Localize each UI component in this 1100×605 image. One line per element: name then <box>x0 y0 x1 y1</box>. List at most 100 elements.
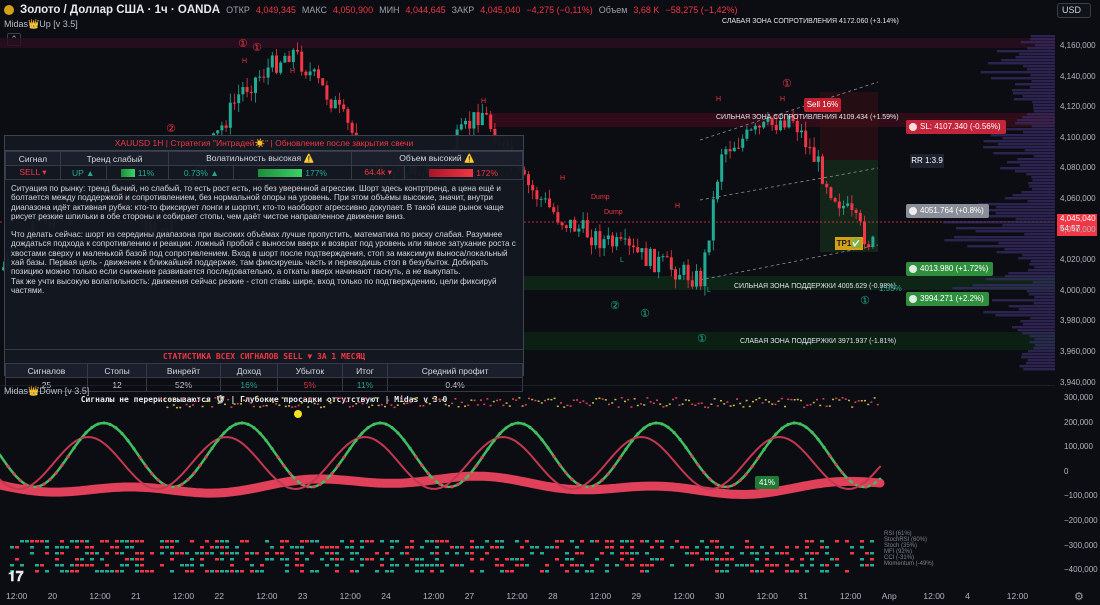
osc-dot-strip <box>771 403 774 405</box>
osc-heat-cell <box>765 558 769 561</box>
osc-point <box>474 464 478 468</box>
time-tick: 20 <box>47 591 58 601</box>
volume-profile-bar <box>996 206 1055 209</box>
volatility-value: 0.73% ▲ <box>168 165 235 180</box>
sell-signal-label: Sell 16% <box>804 98 841 112</box>
signal-table: Сигнал Тренд слабый Волатильность высока… <box>5 151 524 180</box>
osc-scale-tick: −200,000 <box>1064 516 1098 525</box>
currency-select[interactable]: USD <box>1057 3 1091 18</box>
osc-heat-cell <box>280 552 284 555</box>
osc-heat-cell <box>470 540 474 543</box>
volume-profile-bar <box>977 203 1055 206</box>
volume-profile-bar <box>1030 38 1055 41</box>
volume-profile-bar <box>1034 44 1055 47</box>
osc-heat-cell <box>25 540 29 543</box>
osc-heat-cell <box>545 546 549 549</box>
osc-heat-cell <box>765 552 769 555</box>
indicator-up-label[interactable]: Midas👑Up [v 3.5] <box>4 19 78 30</box>
osc-dot-strip <box>243 399 246 402</box>
osc-point <box>294 478 298 482</box>
osc-point <box>234 422 238 426</box>
osc-heat-cell <box>350 546 354 549</box>
time-axis[interactable]: 12:00 20 12:00 21 12:00 22 12:00 23 12:00 24 12:00… <box>0 589 1100 605</box>
osc-point <box>324 478 328 482</box>
candle-body <box>808 147 812 149</box>
volume-profile-bar <box>1011 326 1055 329</box>
osc-heat-cell <box>285 540 289 543</box>
osc-dot-strip <box>793 399 796 401</box>
osc-point <box>36 485 40 489</box>
candle-body <box>464 120 467 125</box>
volume-profile-bar <box>1017 329 1055 332</box>
osc-point <box>384 422 388 426</box>
candle-body <box>812 147 816 162</box>
osc-dot-strip <box>323 406 326 408</box>
osc-heat-cell <box>140 564 144 567</box>
low-marker: L <box>620 257 624 264</box>
candle-body <box>590 237 593 246</box>
osc-heat-cell <box>325 564 329 567</box>
osc-dot-strip <box>726 401 729 403</box>
stats-header-total: Итог <box>341 363 389 378</box>
osc-heat-cell <box>745 540 749 543</box>
osc-heat-cell <box>650 546 654 549</box>
osc-heat-cell <box>75 546 79 549</box>
osc-heat-cell <box>415 558 419 561</box>
osc-dot-strip <box>204 400 207 403</box>
candle-body <box>837 201 841 209</box>
osc-heat-cell <box>820 540 824 543</box>
osc-heat-cell <box>215 546 219 549</box>
osc-heat-cell <box>680 546 684 549</box>
osc-heat-cell <box>705 546 709 549</box>
osc-dot-strip <box>416 397 418 399</box>
take-profit-2-tag[interactable]: 3994.271 (+2.2%) <box>906 292 989 306</box>
volume-profile-bar <box>1034 338 1055 341</box>
volume-profile-bar <box>1002 137 1055 140</box>
osc-heat-cell <box>270 558 274 561</box>
osc-dot-strip <box>649 401 652 403</box>
tradingview-logo[interactable]: 𝟏𝟕 <box>8 568 24 585</box>
take-profit-1-tag[interactable]: 4013.980 (+1.72%) <box>906 262 994 276</box>
osc-heat-cell <box>555 558 559 561</box>
osc-point <box>66 455 70 459</box>
volume-profile-bar <box>977 215 1055 218</box>
osc-heat-cell <box>105 570 109 573</box>
osc-heat-cell <box>430 540 434 543</box>
candle-body <box>249 91 253 93</box>
osc-heat-cell <box>870 540 874 543</box>
dump-label-1: Dump <box>591 194 610 201</box>
osc-dot-strip <box>252 405 255 408</box>
gear-icon[interactable]: ⚙ <box>1074 590 1084 603</box>
entry-tag[interactable]: 4051.764 (+0.8%) <box>906 204 989 218</box>
osc-dot-strip <box>540 402 543 404</box>
osc-point <box>132 447 136 451</box>
osc-heat-cell <box>825 570 829 573</box>
volume-profile-bar <box>1033 104 1055 107</box>
open-label: ОТКР <box>226 5 250 15</box>
analysis-paragraph-1: Ситуация по рынку: тренд бычий, но слабы… <box>11 184 504 221</box>
osc-heat-cell <box>10 546 14 549</box>
osc-heat-cell <box>15 546 19 549</box>
osc-dot-strip <box>764 399 767 401</box>
osc-scale-tick: 200,000 <box>1064 417 1093 427</box>
osc-point <box>534 431 538 435</box>
osc-point <box>264 438 268 442</box>
time-tick: 12:00 <box>339 591 361 601</box>
volume-profile-bar <box>995 314 1055 317</box>
candle-body <box>728 149 732 152</box>
osc-heat-cell <box>590 540 594 543</box>
osc-heat-cell <box>130 540 134 543</box>
osc-heat-cell <box>820 546 824 549</box>
osc-dot-strip <box>220 398 223 400</box>
volume-profile-bar <box>1021 353 1055 356</box>
candle-body <box>485 112 488 115</box>
osc-heat-cell <box>515 558 519 561</box>
osc-point <box>666 425 670 429</box>
osc-dot-strip <box>310 397 313 400</box>
symbol-title[interactable]: Золото / Доллар США · 1ч · OANDA <box>20 4 220 16</box>
osc-dot-strip <box>704 406 706 408</box>
osc-heat-cell <box>365 558 369 561</box>
osc-heat-cell <box>335 564 339 567</box>
osc-point <box>468 472 472 476</box>
stop-loss-tag[interactable]: SL: 4107.340 (-0.56%) <box>906 120 1006 134</box>
